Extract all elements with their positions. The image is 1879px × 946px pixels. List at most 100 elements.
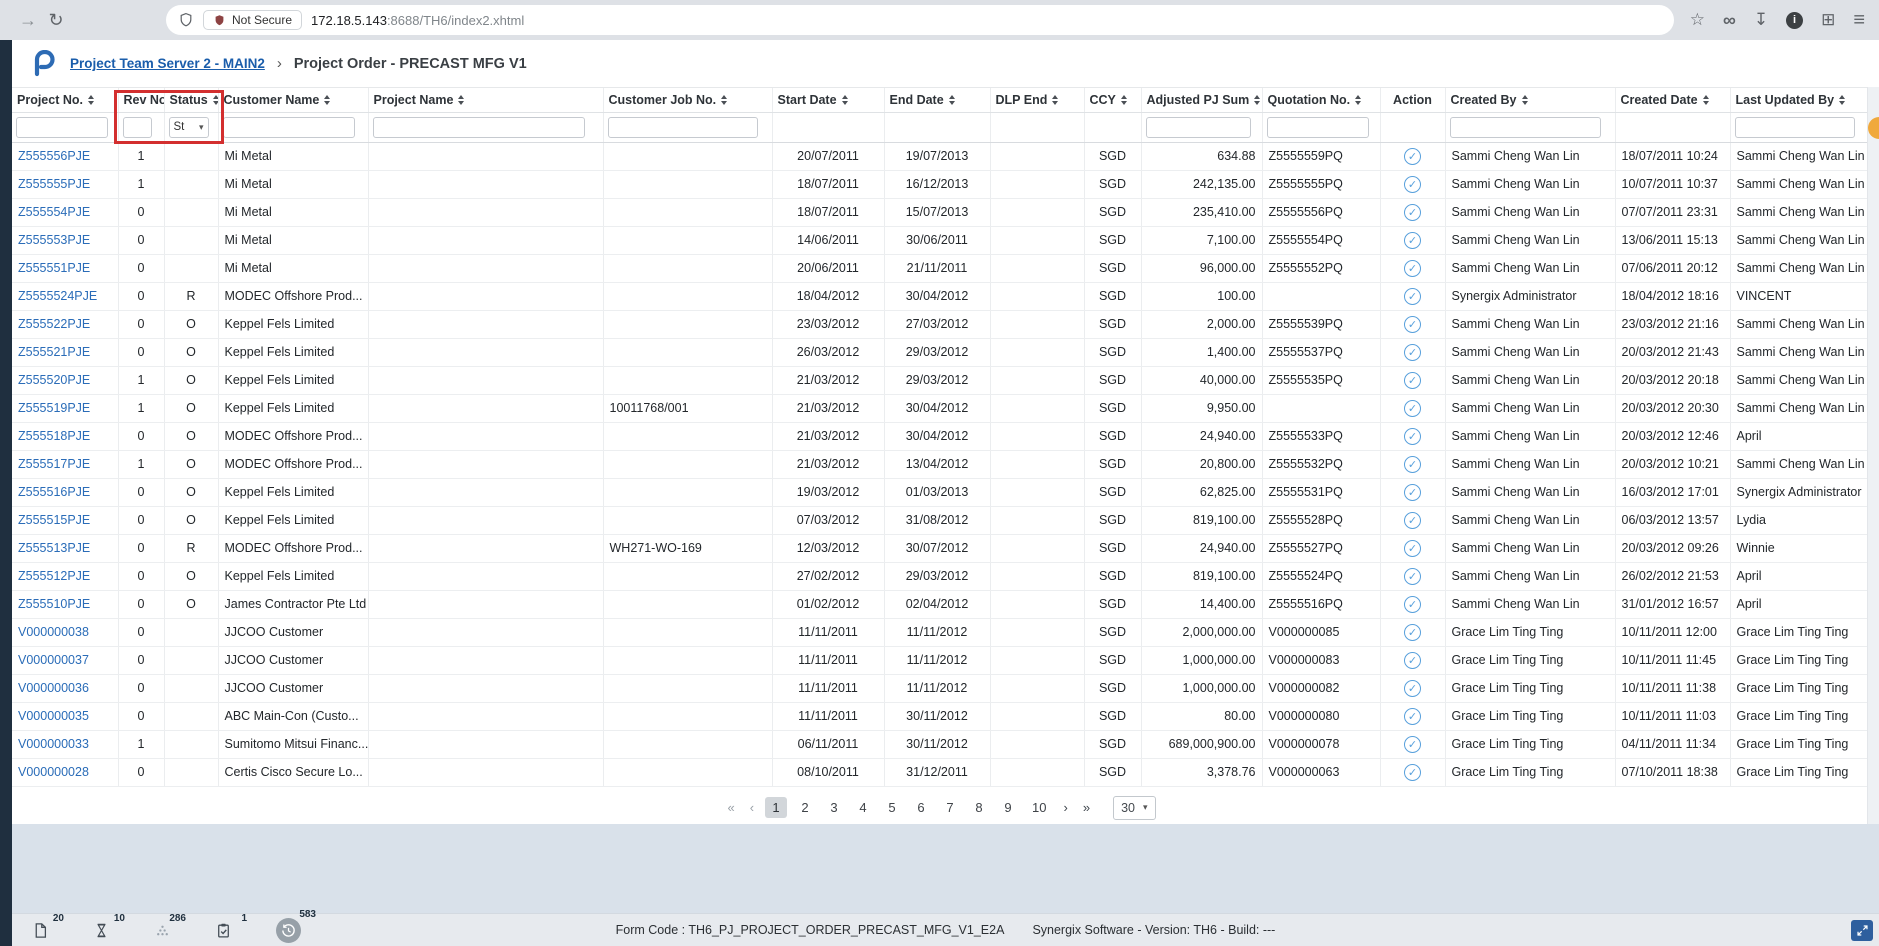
column-header-project_name[interactable]: Project Name bbox=[368, 88, 604, 113]
pagination-page-1[interactable]: 1 bbox=[765, 797, 788, 818]
column-header-created_date[interactable]: Created Date bbox=[1615, 88, 1731, 113]
clipboard-tool-button[interactable]: 1 bbox=[215, 913, 247, 939]
project-no-link[interactable]: V000000037 bbox=[18, 653, 89, 667]
filter-input-quotation_no[interactable] bbox=[1266, 116, 1369, 138]
project-no-link[interactable]: Z5555524PJE bbox=[18, 289, 97, 303]
breadcrumb-root-link[interactable]: Project Team Server 2 - MAIN2 bbox=[70, 56, 265, 71]
column-header-start_date[interactable]: Start Date bbox=[772, 88, 885, 113]
pagination-page-3[interactable]: 3 bbox=[823, 797, 845, 818]
approve-action-icon[interactable]: ✓ bbox=[1404, 651, 1421, 669]
sort-icon[interactable] bbox=[212, 94, 217, 105]
approve-action-icon[interactable]: ✓ bbox=[1404, 679, 1421, 697]
download-icon[interactable]: ↧ bbox=[1754, 10, 1768, 30]
pagination-last[interactable]: » bbox=[1079, 797, 1094, 818]
sort-icon[interactable] bbox=[1355, 94, 1362, 105]
column-header-end_date[interactable]: End Date bbox=[884, 88, 991, 113]
pagination-page-2[interactable]: 2 bbox=[794, 797, 816, 818]
sort-icon[interactable] bbox=[1839, 94, 1846, 105]
approve-action-icon[interactable]: ✓ bbox=[1404, 371, 1421, 389]
sort-icon[interactable] bbox=[1052, 94, 1059, 105]
approve-action-icon[interactable]: ✓ bbox=[1404, 203, 1421, 221]
sort-icon[interactable] bbox=[841, 94, 848, 105]
pagination-page-9[interactable]: 9 bbox=[997, 797, 1019, 818]
project-no-link[interactable]: Z555519PJE bbox=[18, 401, 90, 415]
project-no-link[interactable]: Z555555PJE bbox=[18, 177, 90, 191]
url-bar[interactable]: Not Secure 172.18.5.143:8688/TH6/index2.… bbox=[166, 5, 1674, 35]
column-header-created_by[interactable]: Created By bbox=[1445, 88, 1616, 113]
approve-action-icon[interactable]: ✓ bbox=[1404, 623, 1421, 641]
approve-action-icon[interactable]: ✓ bbox=[1404, 231, 1421, 249]
pagination-page-7[interactable]: 7 bbox=[939, 797, 961, 818]
approve-action-icon[interactable]: ✓ bbox=[1404, 539, 1421, 557]
column-header-status[interactable]: Status bbox=[164, 88, 219, 113]
history-tool-button[interactable]: 583 bbox=[276, 909, 316, 943]
project-no-link[interactable]: Z555551PJE bbox=[18, 261, 90, 275]
cutoff-yellow-button[interactable] bbox=[1868, 117, 1879, 139]
pagination-next[interactable]: › bbox=[1060, 797, 1072, 818]
info-icon[interactable]: i bbox=[1786, 11, 1804, 29]
approve-action-icon[interactable]: ✓ bbox=[1404, 511, 1421, 529]
approve-action-icon[interactable]: ✓ bbox=[1404, 483, 1421, 501]
sort-icon[interactable] bbox=[1702, 94, 1709, 105]
approve-action-icon[interactable]: ✓ bbox=[1404, 455, 1421, 473]
approve-action-icon[interactable]: ✓ bbox=[1404, 735, 1421, 753]
expand-button[interactable] bbox=[1851, 920, 1873, 941]
column-header-quotation_no[interactable]: Quotation No. bbox=[1262, 88, 1381, 113]
approve-action-icon[interactable]: ✓ bbox=[1404, 147, 1421, 165]
project-no-link[interactable]: Z555516PJE bbox=[18, 485, 90, 499]
pagination-prev[interactable]: ‹ bbox=[746, 797, 758, 818]
approve-action-icon[interactable]: ✓ bbox=[1404, 343, 1421, 361]
project-no-link[interactable]: Z555553PJE bbox=[18, 233, 90, 247]
project-no-link[interactable]: Z555510PJE bbox=[18, 597, 90, 611]
pagination-page-10[interactable]: 10 bbox=[1026, 797, 1052, 818]
document-tool-button[interactable]: 20 bbox=[32, 913, 64, 939]
filter-input-adjusted_pj_sum[interactable] bbox=[1145, 116, 1251, 138]
project-no-link[interactable]: Z555554PJE bbox=[18, 205, 90, 219]
approve-action-icon[interactable]: ✓ bbox=[1404, 399, 1421, 417]
sort-icon[interactable] bbox=[948, 94, 955, 105]
pagination-page-4[interactable]: 4 bbox=[852, 797, 874, 818]
approve-action-icon[interactable]: ✓ bbox=[1404, 175, 1421, 193]
reload-icon[interactable]: ↻ bbox=[42, 10, 70, 31]
pagination-page-5[interactable]: 5 bbox=[881, 797, 903, 818]
approve-action-icon[interactable]: ✓ bbox=[1404, 763, 1421, 781]
filter-select-status[interactable]: St ▾ bbox=[168, 116, 209, 138]
pagination-first[interactable]: « bbox=[723, 797, 738, 818]
approve-action-icon[interactable]: ✓ bbox=[1404, 707, 1421, 725]
filter-input-created_by[interactable] bbox=[1449, 116, 1601, 138]
project-no-link[interactable]: Z555521PJE bbox=[18, 345, 90, 359]
approve-action-icon[interactable]: ✓ bbox=[1404, 259, 1421, 277]
sort-icon[interactable] bbox=[1521, 94, 1528, 105]
column-header-project_no[interactable]: Project No. bbox=[12, 88, 119, 113]
extensions-icon[interactable]: ⊞ bbox=[1821, 10, 1835, 30]
menu-icon[interactable]: ≡ bbox=[1853, 9, 1865, 32]
sort-icon[interactable] bbox=[88, 94, 94, 105]
infinity-extension-icon[interactable]: ∞ bbox=[1723, 10, 1736, 31]
filter-input-project_no[interactable] bbox=[16, 116, 108, 138]
project-no-link[interactable]: Z555556PJE bbox=[18, 149, 90, 163]
filter-input-last_updated_by[interactable] bbox=[1734, 116, 1855, 138]
project-no-link[interactable]: V000000033 bbox=[18, 737, 89, 751]
project-no-link[interactable]: V000000028 bbox=[18, 765, 89, 779]
grid-dots-tool-button[interactable]: 286 bbox=[154, 913, 186, 939]
approve-action-icon[interactable]: ✓ bbox=[1404, 287, 1421, 305]
sort-icon[interactable] bbox=[324, 94, 331, 105]
project-no-link[interactable]: Z555522PJE bbox=[18, 317, 90, 331]
project-no-link[interactable]: V000000036 bbox=[18, 681, 89, 695]
vertical-scrollbar[interactable] bbox=[1867, 87, 1879, 824]
approve-action-icon[interactable]: ✓ bbox=[1404, 595, 1421, 613]
filter-input-rev_no[interactable] bbox=[122, 116, 153, 138]
project-no-link[interactable]: Z555520PJE bbox=[18, 373, 90, 387]
approve-action-icon[interactable]: ✓ bbox=[1404, 315, 1421, 333]
project-no-link[interactable]: V000000035 bbox=[18, 709, 89, 723]
sort-icon[interactable] bbox=[721, 94, 728, 105]
pagination-page-6[interactable]: 6 bbox=[910, 797, 932, 818]
project-no-link[interactable]: Z555515PJE bbox=[18, 513, 90, 527]
column-header-adjusted_pj_sum[interactable]: Adjusted PJ Sum bbox=[1141, 88, 1263, 113]
page-size-select[interactable]: 30 ▾ bbox=[1113, 795, 1156, 820]
approve-action-icon[interactable]: ✓ bbox=[1404, 567, 1421, 585]
column-header-last_updated_by[interactable]: Last Updated By bbox=[1730, 88, 1868, 113]
filter-input-customer_job_no[interactable] bbox=[607, 116, 758, 138]
filter-input-customer_name[interactable] bbox=[222, 116, 356, 138]
column-header-customer_name[interactable]: Customer Name bbox=[218, 88, 369, 113]
